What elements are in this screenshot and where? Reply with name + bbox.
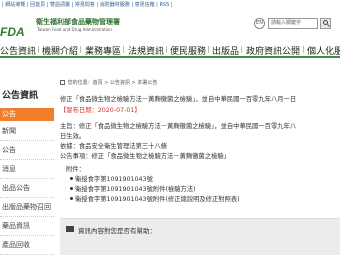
nav-divider [208,46,209,53]
nav-divider [123,46,124,53]
sidebar-item[interactable]: 出品公告 [0,179,54,198]
nav-divider [38,46,39,53]
nav-divider [80,46,81,53]
sidebar-item[interactable]: 產品回收 [0,236,54,255]
logo[interactable]: FDA [0,13,36,39]
search-button[interactable] [320,18,331,29]
nav-item-gov-info[interactable]: 政府資訊公開 [246,44,300,57]
sidebar-item[interactable]: 消息 [0,160,54,179]
nav-item-about[interactable]: 機關介紹 [42,44,78,57]
feedback-prompt: 資訊內容對您是否有幫助： [78,227,156,235]
logo-mark: FDA [0,25,25,39]
sidebar-title: 公告資訊 [2,91,39,101]
site-header: FDA 衛生福利部食品藥物管理署 Taiwan Food and Drug Ad… [0,9,340,39]
bullet-icon [70,177,73,180]
basis-line: 依據：食品安全衛生管理法第三十八條 [60,143,168,150]
sidebar-item[interactable]: 新聞 [0,122,54,141]
announcement-title: 修正「食品微生物之檢驗方法－黃麴黴菌之檢驗」，並自中華民國一百零九年八月一日 [60,96,297,103]
language-toggle-button[interactable]: EN [254,18,265,29]
attachment-link[interactable]: 衛授食字第1091901043號附件(檢驗方法) [70,184,196,193]
subject-line: 主旨：修正「食品微生物之檢驗方法－黃麴黴菌之檢驗」，並自中華民國一百零九年八 [60,123,297,130]
sidebar-item[interactable]: 公告 [0,141,54,160]
attachments-label: 附件： [66,166,85,173]
sidebar-item[interactable]: 出版品藥物召回 [0,198,54,217]
nav-divider [241,46,242,53]
utility-bar: | 網站導覽 | 回首頁 | 雙語詞彙 | 常見問答 | 消防器材服務 | 意見… [0,0,340,9]
nav-item-services[interactable]: 便民服務 [170,44,206,57]
search-area: EN 請輸入關鍵字 [254,18,340,30]
search-icon-handle [327,24,330,27]
attachment-link[interactable]: 衛授食字第1091901043號 [70,174,153,183]
nav-divider [166,46,167,53]
breadcrumb-text: 您的位置：首頁 > 公告資訊 > 本署公告 [67,80,158,86]
main-nav: 公告資訊 機關介紹 業務專區 法規資訊 便民服務 出版品 政府資訊公開 個人化服… [0,40,340,58]
search-input[interactable]: 請輸入關鍵字 [268,18,318,29]
megaphone-icon [66,226,74,232]
sidebar-item[interactable]: 藥品資訊 [0,217,54,236]
sidebar-item-active[interactable]: 公告 [0,108,54,121]
bullet-icon [70,187,73,190]
feedback-panel: 資訊內容對您是否有幫助： [60,218,340,255]
nav-item-announcements[interactable]: 公告資訊 [0,44,36,57]
home-icon [60,80,65,85]
nav-item-publications[interactable]: 出版品 [212,44,239,57]
utility-links[interactable]: | 網站導覽 | 回首頁 | 雙語詞彙 | 常見問答 | 消防器材服務 | 意見… [2,1,173,8]
attachment-link[interactable]: 衛授食字第1091901043號附件(修正總說明及修正對照表) [70,194,240,203]
publish-date: 【發布日期：2020-07-01】 [60,107,141,114]
nav-item-personal[interactable]: 個人化服務 [307,44,340,57]
org-name: 衛生福利部食品藥物管理署 [36,18,120,26]
nav-item-business[interactable]: 業務專區 [85,44,121,57]
subject-line-cont: 日生效。 [60,133,86,140]
bullet-icon [70,197,73,200]
announcement-item: 公告事項：修正「食品微生物之檢驗方法－黃麴黴菌之檢驗」 [60,153,231,160]
nav-item-regulations[interactable]: 法規資訊 [128,44,164,57]
nav-divider [303,46,304,53]
org-name-en: Taiwan Food and Drug Administration [37,27,112,32]
breadcrumb[interactable]: 您的位置：首頁 > 公告資訊 > 本署公告 [60,79,157,86]
